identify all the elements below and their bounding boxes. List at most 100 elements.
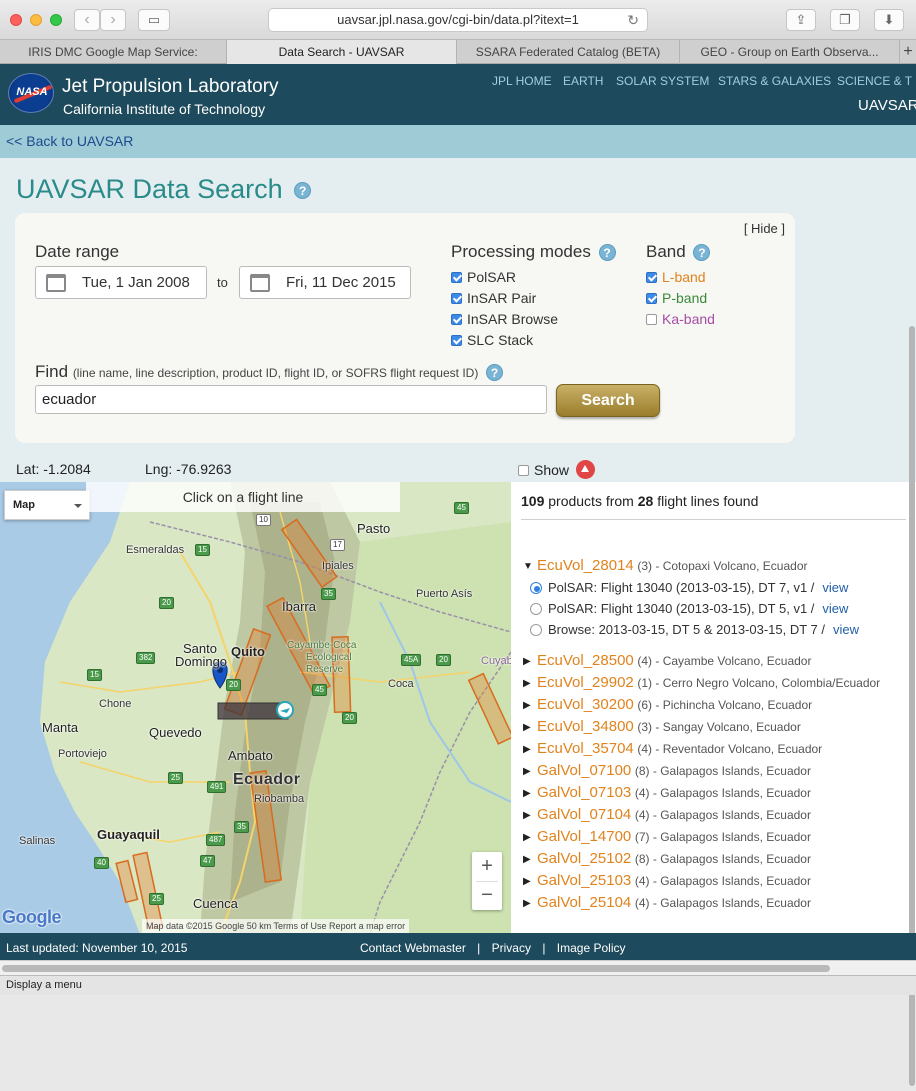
downloads-icon[interactable]: ⬇: [874, 9, 904, 31]
product-radio[interactable]: [530, 603, 542, 615]
flight-line-name[interactable]: EcuVol_30200: [537, 696, 634, 713]
tabs-overview-icon[interactable]: ❐: [830, 9, 860, 31]
map-attribution[interactable]: Map data ©2015 Google 50 km Terms of Use…: [142, 919, 410, 934]
zoom-in-button[interactable]: +: [472, 852, 502, 881]
nav-earth[interactable]: EARTH: [563, 74, 603, 88]
nasa-logo[interactable]: NASA: [8, 73, 54, 113]
flight-line-item[interactable]: ▶ GalVol_25104 (4) - Galapagos Islands, E…: [523, 894, 811, 911]
product-item[interactable]: Browse: 2013-03-15, DT 5 & 2013-03-15, D…: [530, 622, 859, 637]
flight-line-name[interactable]: GalVol_25102: [537, 850, 631, 867]
share-icon[interactable]: ⇪: [786, 9, 816, 31]
checkbox-slc-stack-box[interactable]: [451, 335, 462, 346]
nav-solar-system[interactable]: SOLAR SYSTEM: [616, 74, 709, 88]
checkbox-p-band[interactable]: P-band: [646, 290, 707, 306]
show-checkbox[interactable]: [518, 465, 529, 476]
tab-uavsar-data-search[interactable]: Data Search - UAVSAR: [227, 40, 457, 64]
zoom-window-button[interactable]: [50, 14, 62, 26]
triangle-down-icon[interactable]: ▼: [523, 561, 537, 572]
reload-icon[interactable]: ↻: [627, 9, 639, 31]
checkbox-l-band-box[interactable]: [646, 272, 657, 283]
jpl-title[interactable]: Jet Propulsion Laboratory: [62, 76, 279, 98]
flight-line-name[interactable]: GalVol_14700: [537, 828, 631, 845]
flight-line-item[interactable]: ▶ EcuVol_34800 (3) - Sangay Volcano, Ecua…: [523, 718, 801, 735]
flight-line-item[interactable]: ▶ GalVol_14700 (7) - Galapagos Islands, E…: [523, 828, 811, 845]
find-input[interactable]: [35, 385, 547, 414]
flight-line-name[interactable]: GalVol_07104: [537, 806, 631, 823]
tab-ssara[interactable]: SSARA Federated Catalog (BETA): [457, 40, 680, 64]
contact-webmaster-link[interactable]: Contact Webmaster: [360, 941, 466, 955]
checkbox-slc-stack[interactable]: SLC Stack: [451, 332, 533, 348]
close-window-button[interactable]: [10, 14, 22, 26]
flight-line-name[interactable]: GalVol_07103: [537, 784, 631, 801]
checkbox-polsar-box[interactable]: [451, 272, 462, 283]
horizontal-scroll-thumb[interactable]: [2, 965, 830, 972]
view-link[interactable]: view: [822, 580, 848, 595]
map-type-selector[interactable]: Map: [4, 490, 90, 520]
flight-line-name[interactable]: EcuVol_34800: [537, 718, 634, 735]
checkbox-ka-band[interactable]: Ka-band: [646, 311, 715, 327]
nav-jpl-home[interactable]: JPL HOME: [492, 74, 552, 88]
new-tab-icon[interactable]: +: [900, 40, 916, 64]
checkbox-insar-browse[interactable]: InSAR Browse: [451, 311, 558, 327]
back-arrow-icon[interactable]: ‹: [74, 9, 100, 31]
view-link[interactable]: view: [822, 601, 848, 616]
sidebar-toggle-icon[interactable]: ▭: [138, 9, 170, 31]
triangle-right-icon[interactable]: ▶: [523, 766, 537, 777]
nav-stars-galaxies[interactable]: STARS & GALAXIES: [718, 74, 831, 88]
flight-line-name[interactable]: EcuVol_35704: [537, 740, 634, 757]
find-help-icon[interactable]: ?: [486, 364, 504, 382]
flight-line-item[interactable]: ▶ GalVol_25102 (8) - Galapagos Islands, E…: [523, 850, 811, 867]
view-link[interactable]: view: [833, 622, 859, 637]
triangle-right-icon[interactable]: ▶: [523, 832, 537, 843]
flight-line-name[interactable]: EcuVol_29902: [537, 674, 634, 691]
minimize-window-button[interactable]: [30, 14, 42, 26]
flight-line-name[interactable]: EcuVol_28500: [537, 652, 634, 669]
show-toggle[interactable]: Show: [518, 460, 595, 479]
flight-line-item[interactable]: ▶ GalVol_07104 (4) - Galapagos Islands, E…: [523, 806, 811, 823]
horizontal-scrollbar[interactable]: [0, 960, 916, 975]
privacy-link[interactable]: Privacy: [492, 941, 531, 955]
triangle-right-icon[interactable]: ▶: [523, 810, 537, 821]
flight-line-item[interactable]: ▶ GalVol_25103 (4) - Galapagos Islands, E…: [523, 872, 811, 889]
flight-line-item[interactable]: ▶ EcuVol_30200 (6) - Pichincha Volcano, E…: [523, 696, 812, 713]
forward-arrow-icon[interactable]: ›: [100, 9, 126, 31]
checkbox-insar-pair-box[interactable]: [451, 293, 462, 304]
help-icon[interactable]: ?: [294, 182, 312, 200]
flight-line-item[interactable]: ▶ EcuVol_28500 (4) - Cayambe Volcano, Ecu…: [523, 652, 811, 669]
flight-line-item[interactable]: ▶ GalVol_07100 (8) - Galapagos Islands, E…: [523, 762, 811, 779]
product-item[interactable]: PolSAR: Flight 13040 (2013-03-15), DT 7,…: [530, 580, 848, 595]
product-item[interactable]: PolSAR: Flight 13040 (2013-03-15), DT 5,…: [530, 601, 848, 616]
flight-line-name[interactable]: GalVol_25103: [537, 872, 631, 889]
checkbox-ka-band-box[interactable]: [646, 314, 657, 325]
triangle-right-icon[interactable]: ▶: [523, 700, 537, 711]
triangle-right-icon[interactable]: ▶: [523, 854, 537, 865]
checkbox-insar-browse-box[interactable]: [451, 314, 462, 325]
triangle-right-icon[interactable]: ▶: [523, 656, 537, 667]
collapse-up-icon[interactable]: [575, 460, 595, 479]
processing-help-icon[interactable]: ?: [598, 244, 616, 262]
flight-line-item[interactable]: ▶ GalVol_07103 (4) - Galapagos Islands, E…: [523, 784, 811, 801]
flight-line-item[interactable]: ▶ EcuVol_35704 (4) - Reventador Volcano, …: [523, 740, 822, 757]
band-help-icon[interactable]: ?: [693, 244, 711, 262]
triangle-right-icon[interactable]: ▶: [523, 876, 537, 887]
address-bar[interactable]: uavsar.jpl.nasa.gov/cgi-bin/data.pl?itex…: [268, 8, 648, 32]
date-to-field[interactable]: Fri, 11 Dec 2015: [239, 266, 411, 299]
tab-geo[interactable]: GEO - Group on Earth Observa...: [680, 40, 900, 64]
date-from-field[interactable]: Tue, 1 Jan 2008: [35, 266, 207, 299]
map-view[interactable]: 10 15 17 45 20 35 382 20 45 45A 20 15 20…: [0, 482, 511, 934]
search-button[interactable]: Search: [556, 384, 660, 417]
product-radio[interactable]: [530, 624, 542, 636]
flight-line-item[interactable]: ▶ EcuVol_29902 (1) - Cerro Negro Volcano,…: [523, 674, 880, 691]
checkbox-l-band[interactable]: L-band: [646, 269, 706, 285]
triangle-right-icon[interactable]: ▶: [523, 722, 537, 733]
checkbox-p-band-box[interactable]: [646, 293, 657, 304]
product-radio[interactable]: [530, 582, 542, 594]
back-to-uavsar-link[interactable]: << Back to UAVSAR: [6, 133, 133, 149]
checkbox-insar-pair[interactable]: InSAR Pair: [451, 290, 536, 306]
triangle-right-icon[interactable]: ▶: [523, 898, 537, 909]
zoom-out-button[interactable]: −: [472, 881, 502, 910]
nav-science-technology[interactable]: SCIENCE & T: [837, 74, 912, 88]
flight-line-expanded[interactable]: ▼ EcuVol_28014 (3) - Cotopaxi Volcano, Ec…: [523, 557, 807, 574]
triangle-right-icon[interactable]: ▶: [523, 678, 537, 689]
triangle-right-icon[interactable]: ▶: [523, 744, 537, 755]
